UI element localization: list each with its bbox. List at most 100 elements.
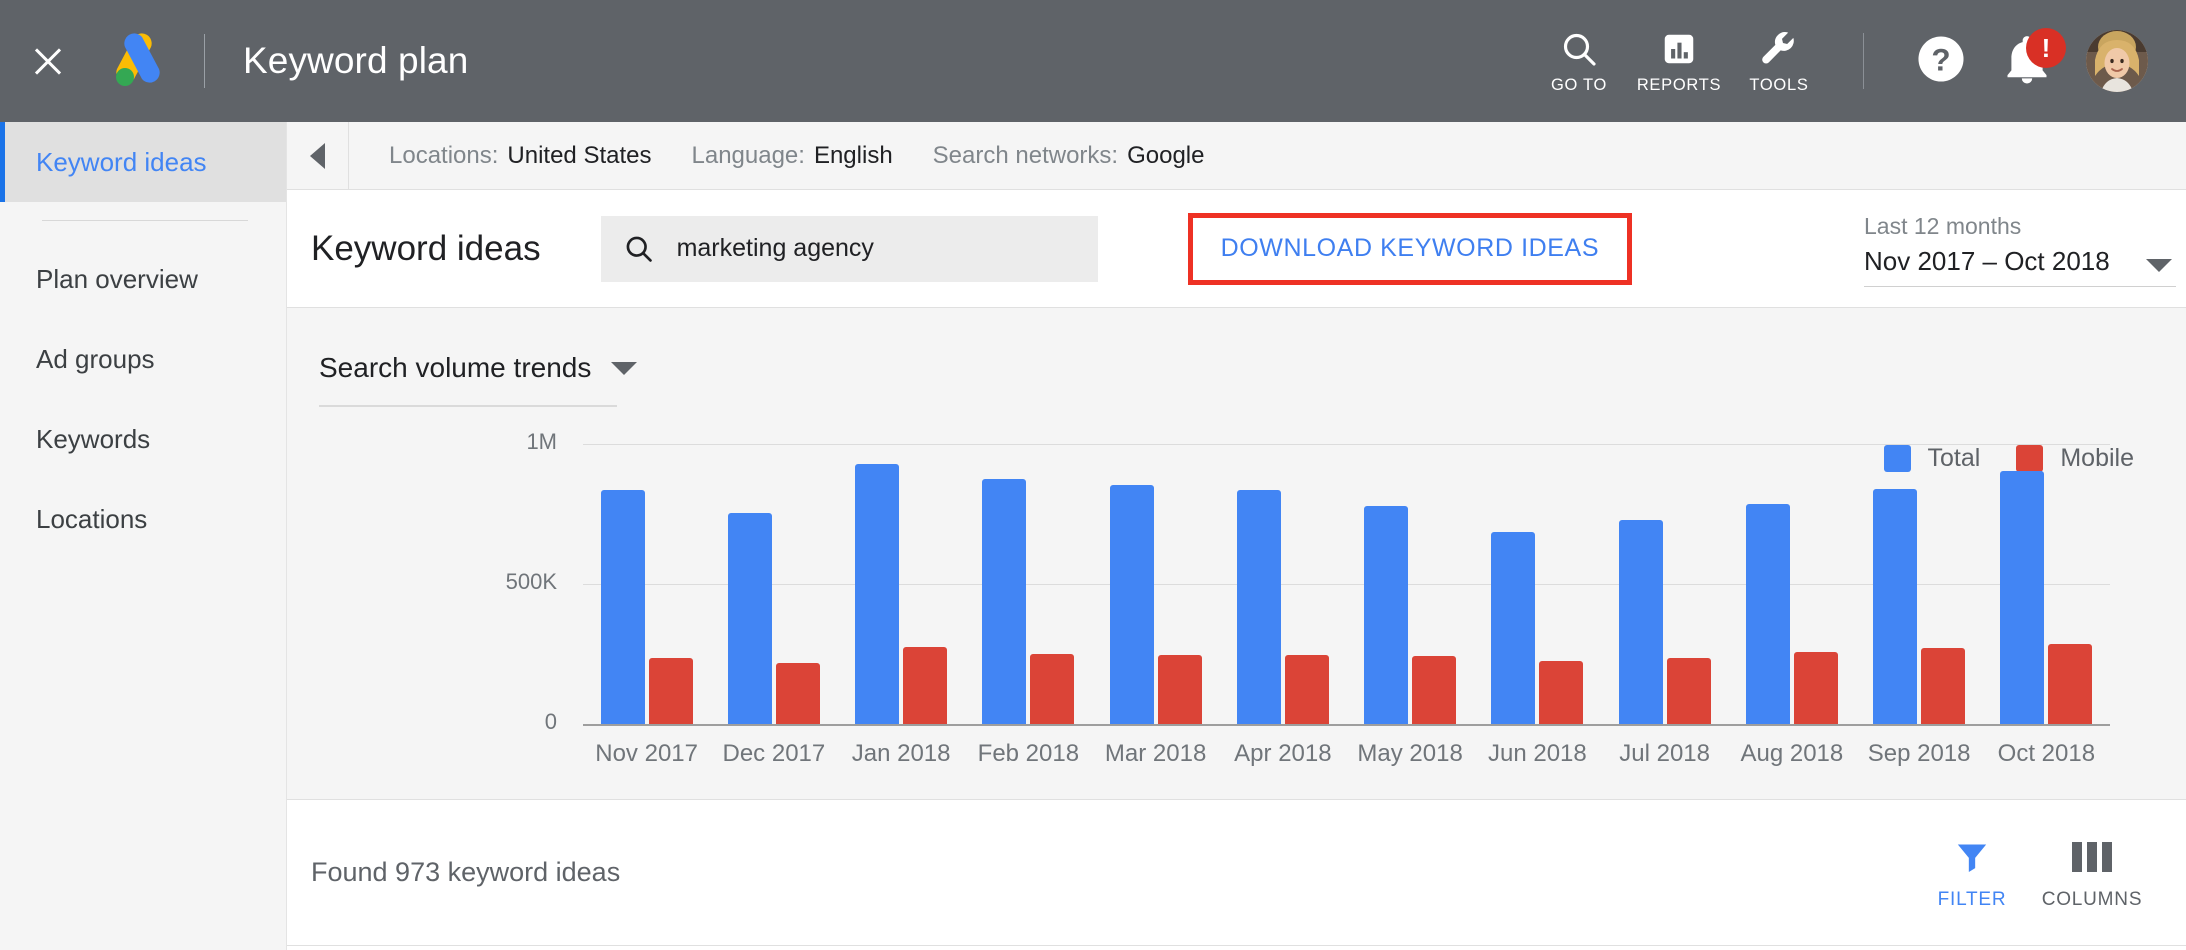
top-bar-divider [204, 34, 205, 88]
avatar [2086, 30, 2148, 92]
chart-bar-mobile[interactable] [1539, 661, 1584, 724]
svg-text:?: ? [1931, 42, 1950, 77]
chart-bar-mobile[interactable] [1030, 654, 1075, 724]
sidebar-item-locations[interactable]: Locations [0, 479, 286, 559]
locations-filter-key: Locations: [389, 141, 499, 169]
page-header-row: Keyword ideas marketing agency DOWNLOAD … [287, 190, 2186, 308]
x-axis-tick-label: Jul 2018 [1619, 740, 1710, 767]
language-filter-value: English [813, 141, 893, 169]
chart-bar-total[interactable] [1491, 532, 1536, 724]
download-keyword-ideas-button[interactable]: DOWNLOAD KEYWORD IDEAS [1187, 212, 1633, 285]
avatar-button[interactable] [2070, 0, 2156, 122]
filter-bar: Locations: United States Language: Engli… [287, 121, 2186, 190]
found-count-text: Found 973 keyword ideas [311, 857, 621, 887]
filter-label: FILTER [1937, 889, 2007, 910]
language-filter[interactable]: Language: English [692, 142, 893, 170]
chart-bar-mobile[interactable] [1284, 655, 1329, 724]
columns-button[interactable]: COLUMNS [2032, 834, 2152, 911]
chart-gridline [583, 444, 2110, 445]
x-axis-tick-label: Jan 2018 [851, 740, 951, 767]
x-axis-tick-label: Nov 2017 [595, 740, 698, 767]
app-title: Keyword plan [243, 40, 469, 81]
sidebar-item-label: Keywords [36, 423, 151, 454]
google-ads-logo[interactable] [96, 33, 180, 89]
chart-bar-total[interactable] [727, 512, 772, 724]
search-networks-filter-key: Search networks: [932, 141, 1119, 169]
close-icon [31, 44, 65, 78]
search-input-value: marketing agency [676, 234, 874, 262]
chart-bar-mobile[interactable] [1157, 655, 1202, 724]
sidebar-item-label: Ad groups [36, 343, 155, 374]
chart-bar-mobile[interactable] [2048, 643, 2093, 724]
top-bar-right-group: GO TO REPORTS TOOLS ? ! [1529, 0, 2186, 122]
filter-button[interactable]: FILTER [1912, 834, 2032, 911]
search-networks-filter[interactable]: Search networks: Google [933, 142, 1205, 170]
wrench-icon [1759, 28, 1799, 70]
sidebar-item-label: Locations [36, 503, 148, 534]
bell-icon: ! [2001, 28, 2066, 87]
sidebar-item-keyword-ideas[interactable]: Keyword ideas [0, 122, 286, 202]
chart-bar-total[interactable] [1236, 490, 1281, 724]
main-content: Locations: United States Language: Engli… [287, 121, 2186, 950]
sidebar: Keyword ideas Plan overview Ad groups Ke… [0, 122, 287, 950]
google-ads-logo-icon [116, 33, 160, 86]
sidebar-item-label: Plan overview [36, 263, 198, 294]
go-to-label: GO TO [1550, 75, 1608, 94]
notifications-button[interactable]: ! [1984, 0, 2070, 122]
chart-bar-total[interactable] [1109, 484, 1154, 724]
chart-axis-line [583, 724, 2110, 726]
chart-bar-total[interactable] [1364, 505, 1409, 724]
close-button[interactable] [0, 0, 96, 122]
tools-button[interactable]: TOOLS [1729, 0, 1829, 122]
chart-bar-total[interactable] [1873, 488, 1918, 724]
date-range-preset: Last 12 months [1864, 213, 2022, 239]
x-axis-tick-label: Dec 2017 [722, 740, 826, 767]
y-axis-tick-label: 0 [544, 709, 557, 734]
locations-filter[interactable]: Locations: United States [389, 142, 652, 170]
search-icon [1559, 28, 1599, 70]
help-icon: ? [1915, 33, 1967, 90]
x-axis-tick-label: Oct 2018 [1997, 740, 2096, 767]
chart-bar-total[interactable] [1618, 519, 1663, 724]
funnel-icon [1952, 834, 1992, 880]
chart-bar-total[interactable] [1745, 504, 1790, 724]
chart-bar-total[interactable] [982, 479, 1027, 724]
chart-bar-mobile[interactable] [1793, 652, 1838, 724]
reports-label: REPORTS [1636, 75, 1722, 94]
chart-bar-total[interactable] [600, 490, 645, 724]
language-filter-key: Language: [691, 141, 805, 169]
chart-bar-total[interactable] [2000, 470, 2045, 724]
notifications-badge: ! [2026, 28, 2066, 68]
sidebar-item-label: Keyword ideas [36, 146, 207, 177]
footer-actions: FILTER COLUMNS [1912, 834, 2186, 911]
collapse-panel-button[interactable] [287, 121, 349, 190]
chevron-left-icon [310, 142, 325, 169]
help-button[interactable]: ? [1898, 0, 1984, 122]
chart-bar-mobile[interactable] [648, 657, 693, 724]
sidebar-divider [42, 220, 248, 221]
x-axis-tick-label: May 2018 [1357, 740, 1463, 767]
reports-button[interactable]: REPORTS [1629, 0, 1729, 122]
sidebar-item-ad-groups[interactable]: Ad groups [0, 319, 286, 399]
search-icon [623, 233, 655, 265]
go-to-button[interactable]: GO TO [1529, 0, 1629, 122]
sidebar-item-plan-overview[interactable]: Plan overview [0, 239, 286, 319]
y-axis-tick-label: 1M [526, 429, 557, 454]
columns-label: COLUMNS [2041, 889, 2143, 910]
x-axis-tick-label: Aug 2018 [1740, 740, 1844, 767]
sidebar-item-keywords[interactable]: Keywords [0, 399, 286, 479]
x-axis-tick-label: Sep 2018 [1867, 740, 1971, 767]
top-bar-left-group: Keyword plan [0, 0, 468, 122]
chart-bar-mobile[interactable] [1412, 655, 1457, 724]
chart-bar-mobile[interactable] [1666, 657, 1711, 724]
chart-bar-total[interactable] [855, 463, 900, 724]
chevron-down-icon [2146, 259, 2172, 272]
search-input[interactable]: marketing agency [600, 215, 1098, 282]
chart-bar-mobile[interactable] [903, 647, 948, 724]
top-bar-separator [1863, 33, 1864, 89]
chart-bar-mobile[interactable] [1921, 648, 1966, 724]
chart-bar-mobile[interactable] [775, 662, 820, 724]
date-range-selector[interactable]: Last 12 months Nov 2017 – Oct 2018 [1864, 210, 2176, 287]
x-axis-tick-label: Feb 2018 [977, 740, 1080, 767]
x-axis-tick-label: Jun 2018 [1487, 740, 1587, 767]
